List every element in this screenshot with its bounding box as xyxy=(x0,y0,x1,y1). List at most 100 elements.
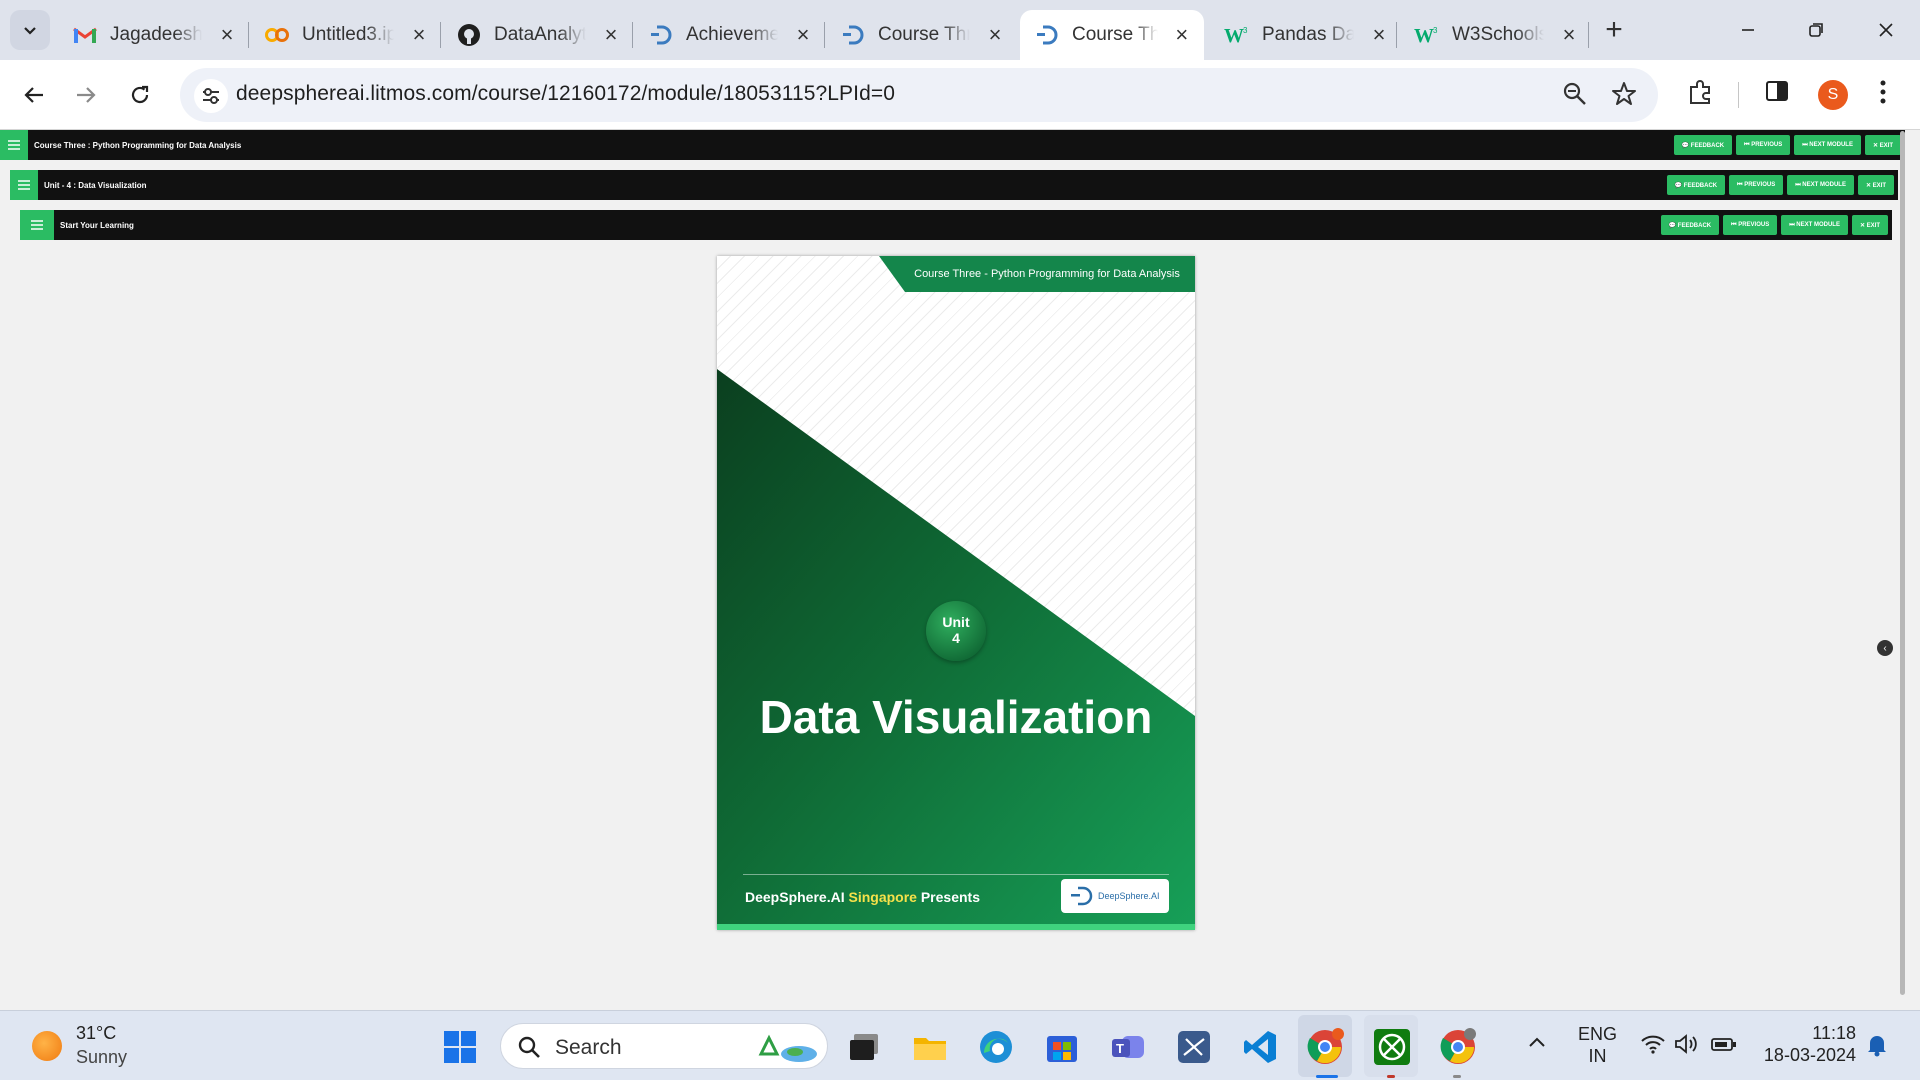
search-icon xyxy=(517,1035,541,1064)
language-indicator[interactable]: ENG IN xyxy=(1578,1023,1617,1067)
litmos-icon xyxy=(1034,22,1060,48)
tab-title: Course Three xyxy=(878,24,970,45)
region-code: IN xyxy=(1588,1046,1607,1066)
tab-course-three-active[interactable]: Course Three × xyxy=(1020,10,1204,60)
hamburger-menu-icon[interactable] xyxy=(20,210,54,240)
restore-button[interactable] xyxy=(1782,0,1850,60)
chrome-icon[interactable] xyxy=(1305,1027,1345,1067)
tab-separator xyxy=(1588,22,1589,48)
edge-browser-icon[interactable] xyxy=(976,1027,1016,1067)
hamburger-menu-icon[interactable] xyxy=(0,130,28,160)
footer-location: Singapore xyxy=(848,889,917,905)
tab-separator xyxy=(824,22,825,48)
previous-button[interactable]: ⏮ PREVIOUS xyxy=(1736,135,1791,155)
unit-number: 4 xyxy=(952,630,960,646)
course-slide: Course Three - Python Programming for Da… xyxy=(717,256,1195,930)
windows-start-icon[interactable] xyxy=(440,1027,480,1067)
next-module-button[interactable]: ⏭ NEXT MODULE xyxy=(1794,135,1861,155)
hamburger-menu-icon[interactable] xyxy=(10,170,38,200)
chevron-up-icon[interactable] xyxy=(1528,1035,1546,1054)
minimize-button[interactable] xyxy=(1714,0,1782,60)
weather-condition[interactable]: Sunny xyxy=(76,1047,127,1068)
previous-button[interactable]: ⏮ PREVIOUS xyxy=(1729,175,1784,195)
xbox-icon[interactable] xyxy=(1372,1027,1412,1067)
address-bar[interactable]: deepsphereai.litmos.com/course/12160172/… xyxy=(180,68,1658,122)
back-button[interactable] xyxy=(14,75,54,115)
close-icon[interactable]: × xyxy=(792,22,814,47)
w3schools-icon: W3 xyxy=(1414,22,1440,48)
profile-avatar[interactable]: S xyxy=(1818,80,1848,110)
clock-time: 11:18 xyxy=(1812,1023,1856,1043)
clock-date: 18-03-2024 xyxy=(1763,1045,1856,1065)
unit-label: Unit xyxy=(942,614,970,630)
tab-title: Untitled3.ipynb xyxy=(302,24,394,45)
tab-github[interactable]: DataAnalytics × xyxy=(442,10,634,60)
volume-icon[interactable] xyxy=(1674,1033,1700,1060)
svg-text:T: T xyxy=(1116,1041,1124,1056)
tab-colab[interactable]: Untitled3.ipynb × xyxy=(250,10,442,60)
sun-icon[interactable] xyxy=(32,1031,62,1061)
microsoft-store-icon[interactable] xyxy=(1042,1027,1082,1067)
footer-divider xyxy=(743,874,1169,875)
browser-toolbar: deepsphereai.litmos.com/course/12160172/… xyxy=(0,60,1920,130)
tab-search-button[interactable] xyxy=(10,10,50,50)
taskbar-search[interactable]: Search xyxy=(500,1023,828,1069)
snipping-tool-icon[interactable] xyxy=(1174,1027,1214,1067)
footer-brand: DeepSphere.AI xyxy=(745,889,845,905)
vscode-icon[interactable] xyxy=(1240,1027,1280,1067)
zoom-icon[interactable] xyxy=(1562,81,1588,112)
reload-button[interactable] xyxy=(120,75,160,115)
teams-icon[interactable]: T xyxy=(1108,1027,1148,1067)
close-icon[interactable]: × xyxy=(1172,22,1192,47)
bookmark-star-icon[interactable] xyxy=(1610,80,1638,113)
feedback-button[interactable]: 💬 FEEDBACK xyxy=(1660,215,1720,235)
site-info-icon[interactable] xyxy=(194,79,228,113)
search-placeholder: Search xyxy=(555,1036,622,1059)
close-icon[interactable]: × xyxy=(984,22,1006,47)
file-explorer-icon[interactable] xyxy=(910,1027,950,1067)
notification-bell-icon[interactable] xyxy=(1866,1033,1888,1062)
slide-green-shape xyxy=(717,369,1195,930)
deepsphere-logo-icon xyxy=(1071,886,1093,906)
slide-footer: DeepSphere.AI Singapore Presents xyxy=(745,889,980,905)
exit-button[interactable]: ✕ EXIT xyxy=(1864,135,1901,155)
task-view-icon[interactable] xyxy=(844,1027,884,1067)
next-module-button[interactable]: ⏭ NEXT MODULE xyxy=(1787,175,1854,195)
tab-w3schools[interactable]: W3 W3Schools × xyxy=(1400,10,1592,60)
tab-separator xyxy=(440,22,441,48)
close-icon[interactable]: × xyxy=(216,22,238,47)
tab-achievements[interactable]: Achievements × xyxy=(634,10,826,60)
battery-icon[interactable] xyxy=(1710,1033,1738,1060)
new-tab-button[interactable]: + xyxy=(1598,13,1630,46)
more-menu-icon[interactable] xyxy=(1878,78,1888,111)
forward-button[interactable] xyxy=(66,75,106,115)
previous-button[interactable]: ⏮ PREVIOUS xyxy=(1723,215,1778,235)
close-window-button[interactable] xyxy=(1852,0,1920,60)
next-module-button[interactable]: ⏭ NEXT MODULE xyxy=(1781,215,1848,235)
side-panel-icon[interactable] xyxy=(1764,78,1790,109)
close-icon[interactable]: × xyxy=(408,22,430,47)
close-icon[interactable]: × xyxy=(1558,22,1580,47)
exit-button[interactable]: ✕ EXIT xyxy=(1857,175,1894,195)
clock[interactable]: 11:18 18-03-2024 xyxy=(1760,1022,1856,1066)
extensions-icon[interactable] xyxy=(1686,78,1714,111)
tab-pandas[interactable]: W3 Pandas DataFrame × xyxy=(1210,10,1402,60)
close-icon[interactable]: × xyxy=(1368,22,1390,47)
page-scrollbar[interactable] xyxy=(1900,131,1905,995)
taskbar: 31°C Sunny Search T ENG IN 11:18 18-03-2… xyxy=(0,1010,1920,1080)
colab-icon xyxy=(264,22,290,48)
side-nav-dot[interactable]: ‹ xyxy=(1877,640,1893,656)
svg-text:W: W xyxy=(1224,25,1244,45)
tab-gmail[interactable]: Jagadeesh × xyxy=(58,10,250,60)
module-title: Start Your Learning xyxy=(60,220,134,230)
wifi-icon[interactable] xyxy=(1640,1033,1666,1060)
close-icon[interactable]: × xyxy=(600,22,622,47)
feedback-button[interactable]: 💬 FEEDBACK xyxy=(1666,175,1726,195)
chrome-profile-icon[interactable] xyxy=(1438,1027,1478,1067)
tab-course-three[interactable]: Course Three × xyxy=(826,10,1018,60)
weather-temperature[interactable]: 31°C xyxy=(76,1023,116,1044)
url-text[interactable]: deepsphereai.litmos.com/course/12160172/… xyxy=(236,82,895,106)
exit-button[interactable]: ✕ EXIT xyxy=(1851,215,1888,235)
feedback-button[interactable]: 💬 FEEDBACK xyxy=(1673,135,1733,155)
tab-separator xyxy=(1396,22,1397,48)
